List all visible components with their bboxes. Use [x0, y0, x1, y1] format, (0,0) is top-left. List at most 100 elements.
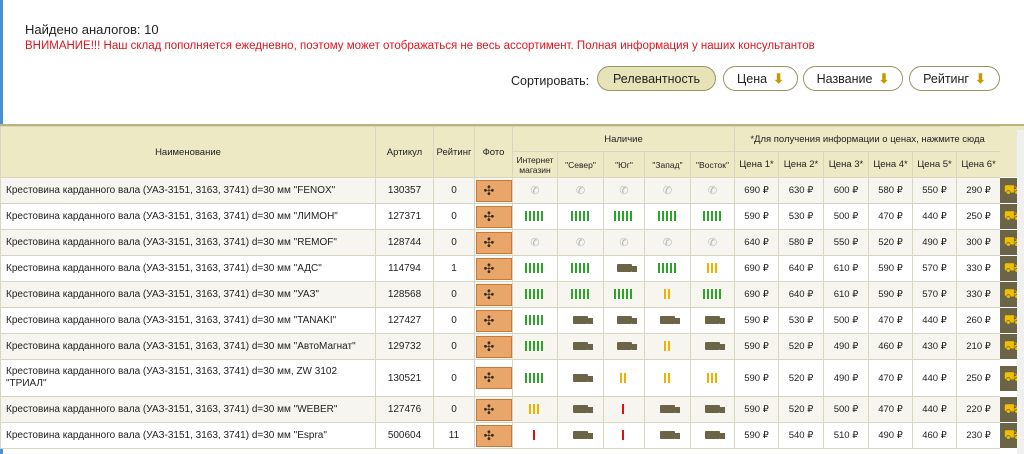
stock-bar [714, 289, 717, 300]
stock-bar [574, 211, 577, 222]
stock-bar [578, 263, 581, 274]
product-thumbnail[interactable]: ✣ [475, 367, 512, 389]
stock-bar [718, 211, 721, 222]
availability-cell [557, 307, 604, 334]
truck-icon [660, 316, 680, 325]
table-row[interactable]: Крестовина карданного вала (УАЗ-3151, 31… [0, 229, 1002, 256]
sort-price-button[interactable]: Цена ⬇ [723, 66, 798, 91]
product-thumbnail[interactable]: ✣ [475, 424, 512, 447]
product-name[interactable]: Крестовина карданного вала (УАЗ-3151, 31… [0, 281, 376, 308]
sort-name-button[interactable]: Название ⬇ [803, 66, 903, 91]
product-thumbnail[interactable]: ✣ [475, 309, 512, 332]
product-name[interactable]: Крестовина карданного вала (УАЗ-3151, 31… [0, 333, 376, 360]
phone-icon[interactable]: ✆ [576, 185, 585, 197]
stock-bar [533, 404, 535, 415]
table-row[interactable]: Крестовина карданного вала (УАЗ-3151, 31… [0, 359, 1002, 397]
availability-cell [689, 203, 736, 230]
product-thumbnail[interactable]: ✣ [475, 398, 512, 421]
product-name[interactable]: Крестовина карданного вала (УАЗ-3151, 31… [0, 396, 376, 423]
price-cell-6: 300 ₽ [956, 229, 1002, 256]
availability-cell [644, 255, 691, 282]
availability-cell: ✆ [603, 177, 645, 204]
price-cell-2: 540 ₽ [778, 422, 825, 449]
phone-icon[interactable]: ✆ [530, 185, 539, 197]
product-thumbnail[interactable]: ✣ [475, 257, 512, 280]
availability-cell [603, 281, 645, 308]
stock-bar [586, 211, 589, 222]
crosspiece-icon: ✣ [483, 234, 495, 250]
article-cell: 130357 [375, 177, 434, 204]
crosspiece-icon: ✣ [483, 208, 495, 224]
stock-bar [541, 341, 543, 352]
stock-bar [525, 315, 527, 326]
phone-icon[interactable]: ✆ [663, 237, 672, 249]
product-name[interactable]: Крестовина карданного вала (УАЗ-3151, 31… [0, 255, 376, 282]
product-name[interactable]: Крестовина карданного вала (УАЗ-3151, 31… [0, 203, 376, 230]
stock-bar [626, 211, 628, 222]
availability-cell [557, 422, 604, 449]
price-cell-5: 570 ₽ [912, 255, 958, 282]
stock-bar [630, 289, 632, 300]
product-thumbnail[interactable]: ✣ [475, 205, 512, 228]
price-cell-6: 230 ₽ [956, 422, 1002, 449]
table-row[interactable]: Крестовина карданного вала (УАЗ-3151, 31… [0, 203, 1002, 230]
crosspiece-icon: ✣ [483, 401, 495, 417]
col-header-article[interactable]: Артикул [375, 126, 434, 178]
phone-icon[interactable]: ✆ [576, 237, 585, 249]
stock-bar [630, 211, 632, 222]
truck-icon [573, 342, 593, 351]
table-row[interactable]: Крестовина карданного вала (УАЗ-3151, 31… [0, 255, 1002, 282]
table-row[interactable]: Крестовина карданного вала (УАЗ-3151, 31… [0, 396, 1002, 423]
truck-icon [616, 316, 637, 325]
stock-bar [667, 372, 670, 383]
sort-rating-button[interactable]: Рейтинг ⬇ [909, 66, 1000, 91]
product-name[interactable]: Крестовина карданного вала (УАЗ-3151, 31… [0, 307, 376, 334]
stock-bar [618, 289, 620, 300]
stock-bar [533, 315, 535, 326]
availability-cell [557, 359, 604, 397]
stock-level-indicator [622, 404, 626, 415]
stock-level-indicator [657, 263, 678, 274]
availability-cell [689, 396, 736, 423]
sort-relevance-button[interactable]: Релевантность [597, 66, 716, 91]
scrollbar[interactable] [1017, 130, 1024, 454]
truck-icon [616, 264, 637, 273]
price-info-link[interactable]: *Для получения информации о ценах, нажми… [734, 126, 1002, 152]
found-count-text: Найдено аналогов: 10 [25, 22, 159, 37]
product-name[interactable]: Крестовина карданного вала (УАЗ-3151, 31… [0, 359, 376, 397]
phone-icon[interactable]: ✆ [619, 237, 628, 249]
product-thumbnail[interactable]: ✣ [475, 283, 512, 306]
col-header-rating[interactable]: Рейтинг [433, 126, 475, 178]
table-row[interactable]: Крестовина карданного вала (УАЗ-3151, 31… [0, 281, 1002, 308]
col-header-name[interactable]: Наименование [0, 126, 376, 178]
stock-bar [667, 341, 670, 352]
stock-bar [665, 211, 668, 222]
table-row[interactable]: Крестовина карданного вала (УАЗ-3151, 31… [0, 333, 1002, 360]
product-name[interactable]: Крестовина карданного вала (УАЗ-3151, 31… [0, 422, 376, 449]
stock-bar [541, 289, 543, 300]
availability-cell [644, 307, 691, 334]
stock-bar [714, 372, 717, 383]
crosspiece-icon: ✣ [483, 427, 495, 443]
table-row[interactable]: Крестовина карданного вала (УАЗ-3151, 31… [0, 177, 1002, 204]
phone-icon[interactable]: ✆ [619, 185, 628, 197]
table-row[interactable]: Крестовина карданного вала (УАЗ-3151, 31… [0, 422, 1002, 449]
stock-level-indicator [614, 211, 634, 222]
product-name[interactable]: Крестовина карданного вала (УАЗ-3151, 31… [0, 229, 376, 256]
stock-level-indicator [570, 263, 591, 274]
phone-icon[interactable]: ✆ [708, 185, 717, 197]
phone-icon[interactable]: ✆ [530, 237, 539, 249]
phone-icon[interactable]: ✆ [663, 185, 672, 197]
availability-cell [603, 396, 645, 423]
product-thumbnail[interactable]: ✣ [475, 335, 512, 358]
phone-icon[interactable]: ✆ [708, 237, 717, 249]
price-cell-5: 550 ₽ [912, 177, 958, 204]
product-thumbnail[interactable]: ✣ [475, 231, 512, 254]
availability-cell [603, 333, 645, 360]
product-thumbnail[interactable]: ✣ [475, 179, 512, 202]
stock-level-indicator [525, 341, 545, 352]
rating-cell: 1 [433, 255, 475, 282]
rating-cell: 0 [433, 281, 475, 308]
product-name[interactable]: Крестовина карданного вала (УАЗ-3151, 31… [0, 177, 376, 204]
table-row[interactable]: Крестовина карданного вала (УАЗ-3151, 31… [0, 307, 1002, 334]
